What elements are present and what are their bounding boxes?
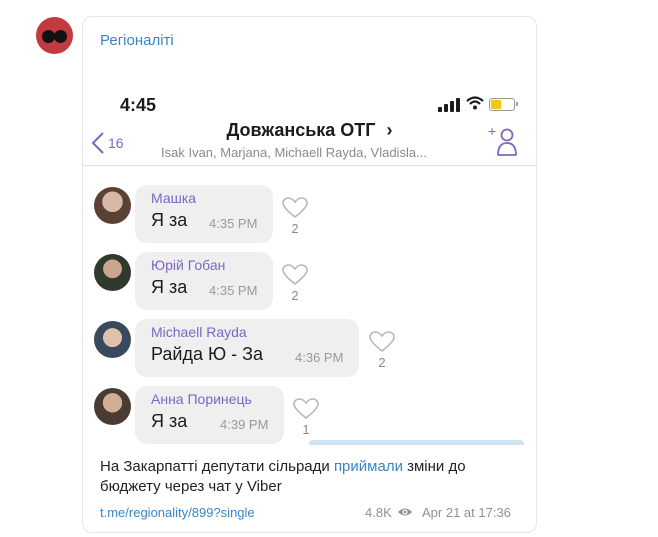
- message-bubble[interactable]: Michaell Rayda Райда Ю - За 4:36 PM: [135, 319, 359, 377]
- avatar-right-eye: [54, 30, 67, 43]
- like-count: 1: [302, 422, 310, 437]
- message-author: Машка: [151, 190, 197, 206]
- post-footer: t.me/regionality/899?single 4.8K Apr 21 …: [100, 503, 520, 523]
- channel-avatar[interactable]: [36, 17, 73, 54]
- header-divider: [83, 165, 536, 166]
- like-count: 2: [291, 221, 299, 236]
- message-text: Я за: [151, 277, 188, 297]
- heart-outline-icon: [282, 197, 308, 219]
- heart-outline-icon: [293, 398, 319, 420]
- battery-icon: [489, 98, 518, 111]
- message-author: Юрій Гобан: [151, 257, 226, 273]
- like-count: 2: [291, 288, 299, 303]
- caption-text-before: На Закарпатті депутати сільради: [100, 458, 334, 475]
- post-link[interactable]: t.me/regionality/899?single: [100, 505, 255, 520]
- author-avatar[interactable]: [94, 388, 131, 425]
- message-author: Анна Поринець: [151, 391, 252, 407]
- message-time: 4:39 PM: [220, 417, 269, 432]
- eye-icon: [398, 508, 412, 516]
- outgoing-bubble-edge: [309, 440, 524, 445]
- message-author: Michaell Rayda: [151, 324, 247, 340]
- message-time: 4:35 PM: [209, 283, 258, 298]
- post-date: Apr 21 at 17:36: [422, 505, 511, 520]
- like-button[interactable]: 2: [281, 264, 309, 303]
- channel-name[interactable]: Регіоналіті: [100, 32, 174, 49]
- message-time: 4:35 PM: [209, 216, 258, 231]
- post-caption: На Закарпатті депутати сільради приймали…: [100, 457, 520, 497]
- like-button[interactable]: 2: [368, 331, 396, 370]
- caption-link[interactable]: приймали: [334, 458, 403, 475]
- author-avatar[interactable]: [94, 187, 131, 224]
- wifi-icon: [466, 96, 484, 113]
- chevron-right-icon: ›: [386, 120, 393, 140]
- status-time: 4:45: [120, 95, 157, 115]
- message-bubble[interactable]: Машка Я за 4:35 PM: [135, 185, 273, 243]
- author-avatar[interactable]: [94, 321, 131, 358]
- message-bubble[interactable]: Юрій Гобан Я за 4:35 PM: [135, 252, 273, 310]
- svg-text:+: +: [488, 125, 496, 139]
- message-bubble[interactable]: Анна Поринець Я за 4:39 PM: [135, 386, 284, 444]
- post-card: Регіоналіті 4:45 16 Довжанська ОТГ › Isa…: [82, 16, 537, 533]
- chat-title[interactable]: Довжанська ОТГ ›: [83, 120, 536, 141]
- chat-title-text: Довжанська ОТГ: [226, 120, 376, 140]
- post-photo[interactable]: 4:45 16 Довжанська ОТГ › Isak Ivan, Marj…: [83, 65, 536, 460]
- signal-icon: [438, 98, 460, 112]
- heart-outline-icon: [369, 331, 395, 353]
- views-count: 4.8K: [365, 505, 392, 520]
- message-time: 4:36 PM: [295, 350, 344, 365]
- author-avatar[interactable]: [94, 254, 131, 291]
- message-text: Я за: [151, 210, 188, 230]
- like-count: 2: [378, 355, 386, 370]
- add-person-icon[interactable]: +: [488, 123, 518, 157]
- message-text: Райда Ю - За: [151, 344, 264, 364]
- like-button[interactable]: 2: [281, 197, 309, 236]
- message-text: Я за: [151, 411, 188, 431]
- like-button[interactable]: 1: [292, 398, 320, 437]
- heart-outline-icon: [282, 264, 308, 286]
- chat-members: Isak Ivan, Marjana, Michaell Rayda, Vlad…: [161, 145, 427, 160]
